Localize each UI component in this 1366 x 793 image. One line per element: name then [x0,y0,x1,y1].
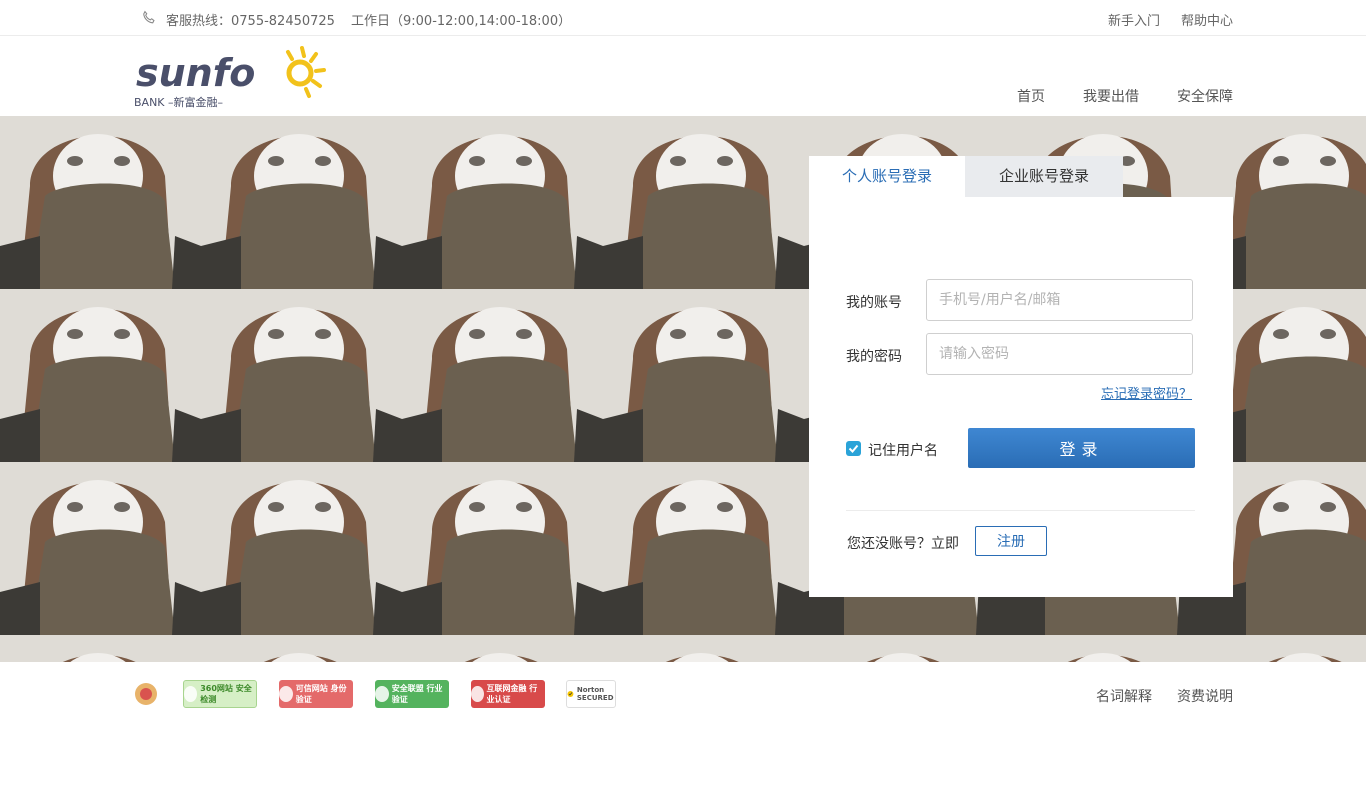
anquan-icon [375,686,389,702]
account-input[interactable] [926,279,1193,321]
password-label: 我的密码 [846,349,902,365]
login-panel: 我的账号 我的密码 忘记登录密码？ 记住用户名 登录 您还没账号？立即 注册 [809,197,1233,597]
tab-personal-login[interactable]: 个人账号登录 [809,156,965,197]
logo-text: sunfo [136,51,255,95]
logo-subtext: BANK –新富金融– [134,95,223,109]
divider [846,510,1195,511]
footer: 360网站 安全检测 可信网站 身份验证 安全联盟 行业验证 互联网金融 行业认… [0,662,1366,793]
360-security-icon [184,686,198,702]
kexin-badge[interactable]: 可信网站 身份验证 [279,680,353,708]
hulian-badge-text: 互联网金融 行业认证 [486,684,538,704]
help-center-link[interactable]: 帮助中心 [1181,10,1233,29]
kexin-icon [279,686,293,702]
hulian-icon [471,686,484,702]
kexin-badge-text: 可信网站 身份验证 [295,684,347,704]
top-bar: 客服热线：0755-82450725 工作日（9:00-12:00,14:00-… [0,0,1366,36]
remember-checkbox[interactable] [846,441,861,456]
tab-company-login[interactable]: 企业账号登录 [965,156,1123,197]
norton-badge-text: Norton SECURED [576,686,614,702]
glossary-link[interactable]: 名词解释 [1096,686,1152,706]
hotline-text: 客服热线：0755-82450725 [166,14,335,29]
remember-label[interactable]: 记住用户名 [868,440,938,460]
nav-security[interactable]: 安全保障 [1177,86,1233,106]
phone-icon [143,10,155,24]
login-tabs: 个人账号登录 企业账号登录 [809,156,1233,197]
working-hours-text: 工作日（9:00-12:00,14:00-18:00） [351,14,572,29]
register-button[interactable]: 注册 [975,526,1047,556]
police-badge-icon[interactable] [133,680,159,708]
fees-link[interactable]: 资费说明 [1177,686,1233,706]
anquan-badge[interactable]: 安全联盟 行业验证 [375,680,449,708]
360-security-badge[interactable]: 360网站 安全检测 [183,680,257,708]
360-badge-text: 360网站 安全检测 [200,684,252,704]
account-label: 我的账号 [846,295,902,311]
beginner-guide-link[interactable]: 新手入门 [1108,10,1160,29]
password-input[interactable] [926,333,1193,375]
anquan-badge-text: 安全联盟 行业验证 [391,684,443,704]
check-icon [848,444,859,453]
hulian-badge[interactable]: 互联网金融 行业认证 [471,680,545,708]
header: sunfo BANK –新富金融– 首页 我要出借 安全保障 [0,36,1366,116]
nav-home[interactable]: 首页 [1017,86,1045,106]
norton-badge[interactable]: Norton SECURED [566,680,616,708]
norton-icon [567,691,574,697]
forgot-password-link[interactable]: 忘记登录密码？ [1101,383,1192,402]
nav-invest[interactable]: 我要出借 [1083,86,1139,106]
login-button[interactable]: 登录 [968,428,1195,468]
sunfo-logo[interactable]: sunfo BANK –新富金融– [134,44,329,110]
no-account-text: 您还没账号？立即 [847,536,959,552]
